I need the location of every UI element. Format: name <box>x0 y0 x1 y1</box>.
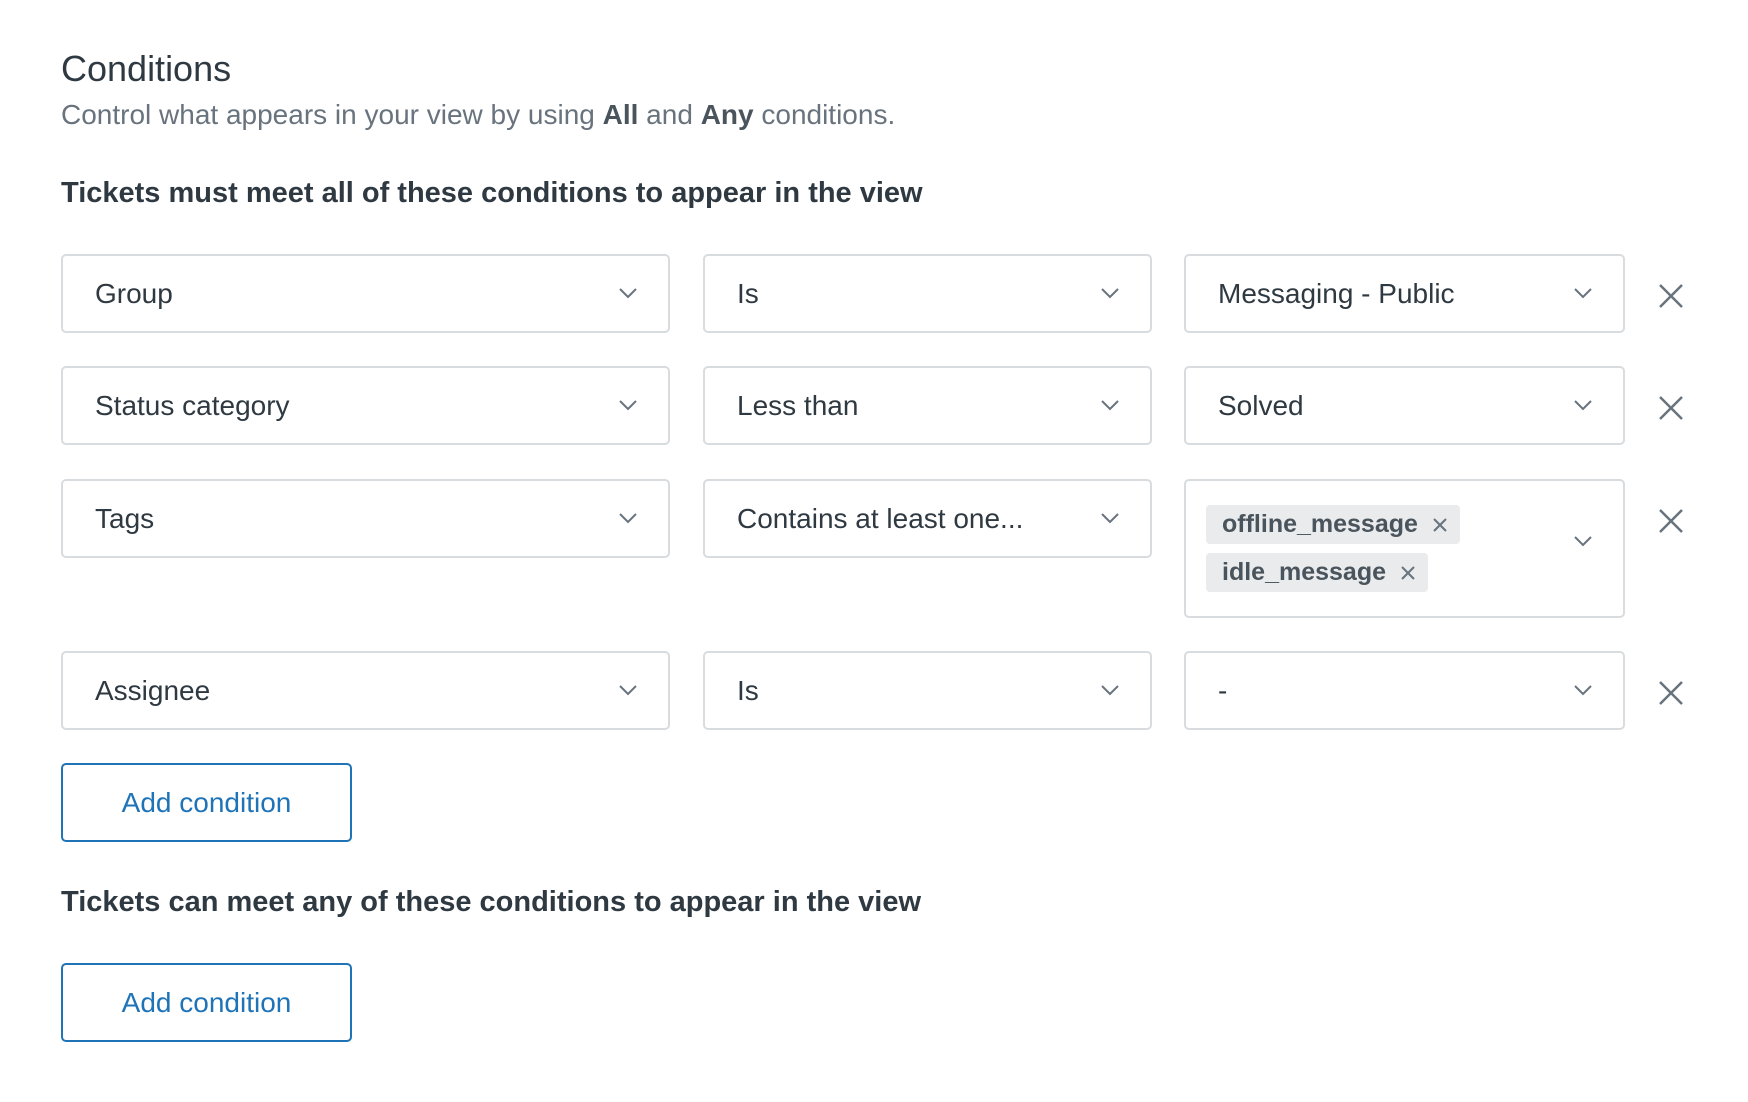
close-icon[interactable] <box>1656 281 1686 311</box>
tag-list: offline_message idle_message <box>1206 505 1460 601</box>
condition-4-value-select[interactable]: - <box>1184 651 1625 730</box>
chevron-down-icon <box>619 513 637 524</box>
subtitle-text-start: Control what appears in your view by usi… <box>61 99 603 130</box>
chevron-down-icon <box>619 685 637 696</box>
chevron-down-icon <box>1574 536 1592 547</box>
condition-1-operator-select[interactable]: Is <box>703 254 1152 333</box>
subtitle-any-keyword: Any <box>700 99 754 130</box>
condition-4-operator-select[interactable]: Is <box>703 651 1152 730</box>
tag-label: offline_message <box>1222 510 1418 538</box>
condition-3-operator-value: Contains at least one... <box>737 503 1024 534</box>
condition-2-operator-select[interactable]: Less than <box>703 366 1152 445</box>
add-any-condition-button[interactable]: Add condition <box>61 963 352 1042</box>
chevron-down-icon <box>1101 685 1119 696</box>
condition-2-field-select[interactable]: Status category <box>61 366 670 445</box>
subtitle-text-and: and <box>638 99 701 130</box>
chevron-down-icon <box>1574 685 1592 696</box>
condition-4-value-text: - <box>1218 675 1228 706</box>
subtitle-all-keyword: All <box>602 99 639 130</box>
close-icon[interactable] <box>1656 506 1686 536</box>
page-subtitle: Control what appears in your view by usi… <box>61 99 895 131</box>
condition-1-value-text: Messaging - Public <box>1218 278 1455 309</box>
close-small-icon[interactable] <box>1400 565 1416 581</box>
add-all-condition-button[interactable]: Add condition <box>61 763 352 842</box>
condition-3-operator-select[interactable]: Contains at least one... <box>703 479 1152 558</box>
tag-chip: idle_message <box>1206 553 1428 592</box>
condition-2-value-text: Solved <box>1218 390 1304 421</box>
condition-1-field-select[interactable]: Group <box>61 254 670 333</box>
close-icon[interactable] <box>1656 393 1686 423</box>
chevron-down-icon <box>1101 513 1119 524</box>
chevron-down-icon <box>619 400 637 411</box>
page-title: Conditions <box>61 48 232 89</box>
condition-3-value-multiselect[interactable]: offline_message idle_message <box>1184 479 1625 618</box>
condition-3-field-value: Tags <box>95 503 155 534</box>
tag-chip: offline_message <box>1206 505 1460 544</box>
condition-4-field-select[interactable]: Assignee <box>61 651 670 730</box>
condition-2-field-value: Status category <box>95 390 290 421</box>
condition-1-field-value: Group <box>95 278 173 309</box>
chevron-down-icon <box>619 288 637 299</box>
all-conditions-heading: Tickets must meet all of these condition… <box>61 177 923 209</box>
subtitle-text-end: conditions. <box>753 99 896 130</box>
condition-3-field-select[interactable]: Tags <box>61 479 670 558</box>
condition-2-value-select[interactable]: Solved <box>1184 366 1625 445</box>
condition-1-operator-value: Is <box>737 278 759 309</box>
chevron-down-icon <box>1101 288 1119 299</box>
chevron-down-icon <box>1574 400 1592 411</box>
tag-label: idle_message <box>1222 558 1386 586</box>
close-icon[interactable] <box>1656 678 1686 708</box>
close-small-icon[interactable] <box>1432 517 1448 533</box>
condition-2-operator-value: Less than <box>737 390 859 421</box>
condition-4-operator-value: Is <box>737 675 759 706</box>
condition-1-value-select[interactable]: Messaging - Public <box>1184 254 1625 333</box>
chevron-down-icon <box>1101 400 1119 411</box>
any-conditions-heading: Tickets can meet any of these conditions… <box>61 886 922 918</box>
chevron-down-icon <box>1574 288 1592 299</box>
condition-4-field-value: Assignee <box>95 675 211 706</box>
